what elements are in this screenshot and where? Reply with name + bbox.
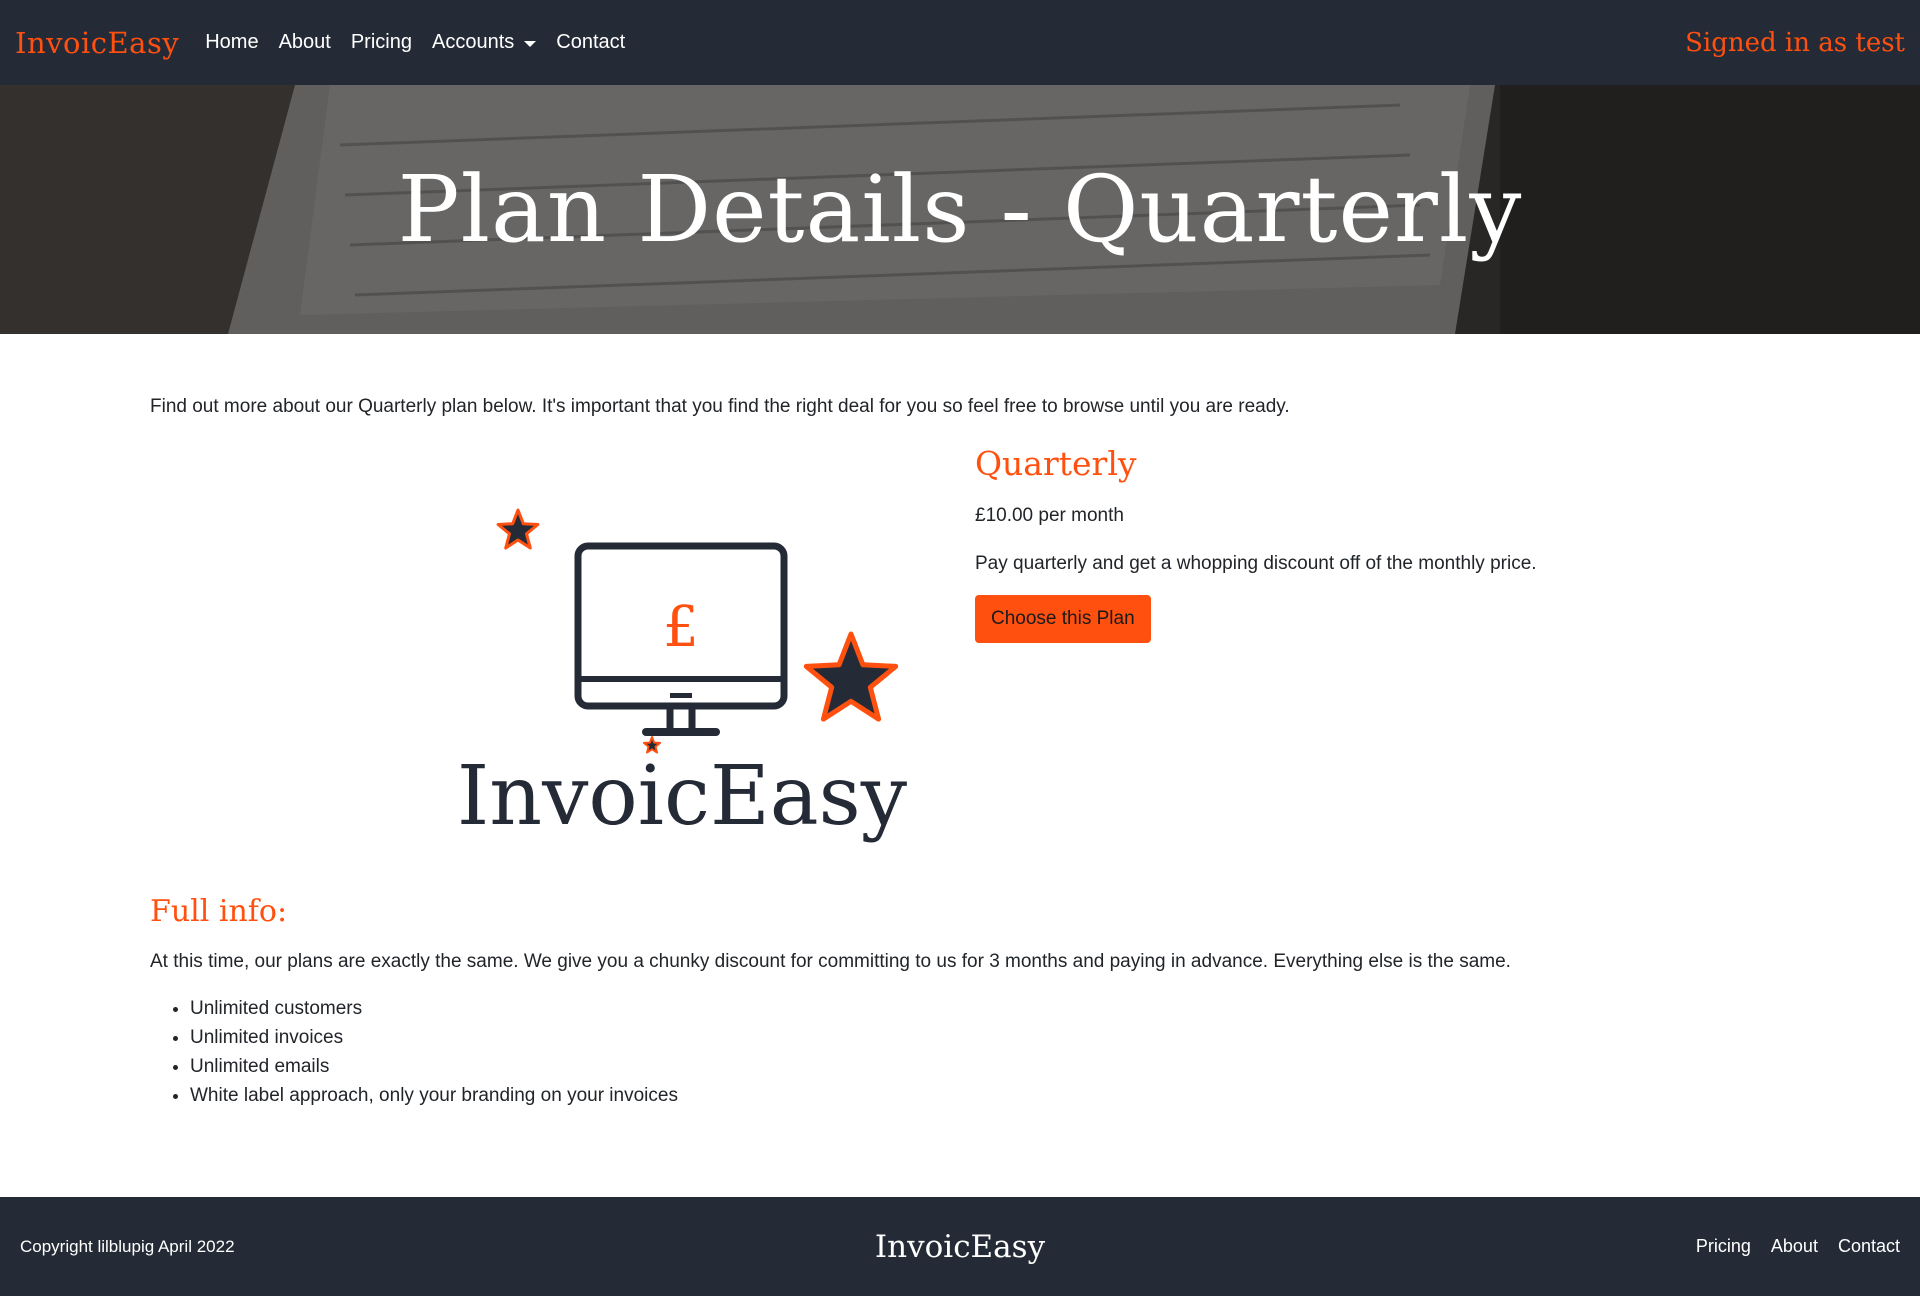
footer: Copyright lilblupig April 2022 InvoicEas… [0, 1197, 1920, 1296]
signed-in-status: Signed in as test [1685, 27, 1905, 58]
hero-banner: Plan Details - Quarterly [0, 85, 1920, 334]
feature-item: Unlimited customers [190, 998, 678, 1020]
nav-links: Home About Pricing Accounts Contact [195, 31, 635, 54]
svg-text:£: £ [663, 595, 699, 660]
nav-link-home[interactable]: Home [195, 31, 268, 54]
plan-description: Pay quarterly and get a whopping discoun… [975, 553, 1537, 574]
small-star-icon [496, 508, 540, 550]
logo-wordmark: InvoicEasy [457, 749, 908, 844]
feature-item: White label approach, only your branding… [190, 1085, 678, 1107]
feature-item: Unlimited emails [190, 1056, 678, 1078]
caret-down-icon [524, 40, 537, 47]
feature-list: Unlimited customers Unlimited invoices U… [190, 998, 678, 1114]
plan-price: £10.00 per month [975, 505, 1124, 526]
feature-item: Unlimited invoices [190, 1027, 678, 1049]
navbar-brand[interactable]: InvoicEasy [15, 26, 179, 60]
footer-link-pricing[interactable]: Pricing [1696, 1236, 1751, 1257]
intro-text: Find out more about our Quarterly plan b… [150, 396, 1290, 417]
nav-link-about[interactable]: About [269, 31, 341, 54]
full-info-heading: Full info: [150, 894, 288, 929]
footer-brand: InvoicEasy [874, 1228, 1046, 1265]
plan-name: Quarterly [975, 444, 1137, 483]
full-info-text: At this time, our plans are exactly the … [150, 951, 1511, 972]
nav-link-accounts-label: Accounts [431, 31, 515, 53]
footer-link-contact[interactable]: Contact [1838, 1236, 1900, 1257]
nav-link-pricing[interactable]: Pricing [341, 31, 422, 54]
top-navbar: InvoicEasy Home About Pricing Accounts C… [0, 0, 1920, 85]
choose-plan-button[interactable]: Choose this Plan [975, 595, 1151, 643]
nav-dropdown-accounts[interactable]: Accounts [422, 31, 546, 54]
page-title: Plan Details - Quarterly [397, 156, 1523, 263]
footer-links: Pricing About Contact [1696, 1236, 1900, 1257]
nav-link-contact[interactable]: Contact [546, 31, 635, 54]
footer-link-about[interactable]: About [1771, 1236, 1818, 1257]
monitor-icon: £ [574, 542, 788, 736]
copyright-text: Copyright lilblupig April 2022 [20, 1236, 235, 1256]
plan-details: Quarterly £10.00 per month Pay quarterly… [975, 444, 1675, 643]
large-star-icon [803, 631, 899, 722]
